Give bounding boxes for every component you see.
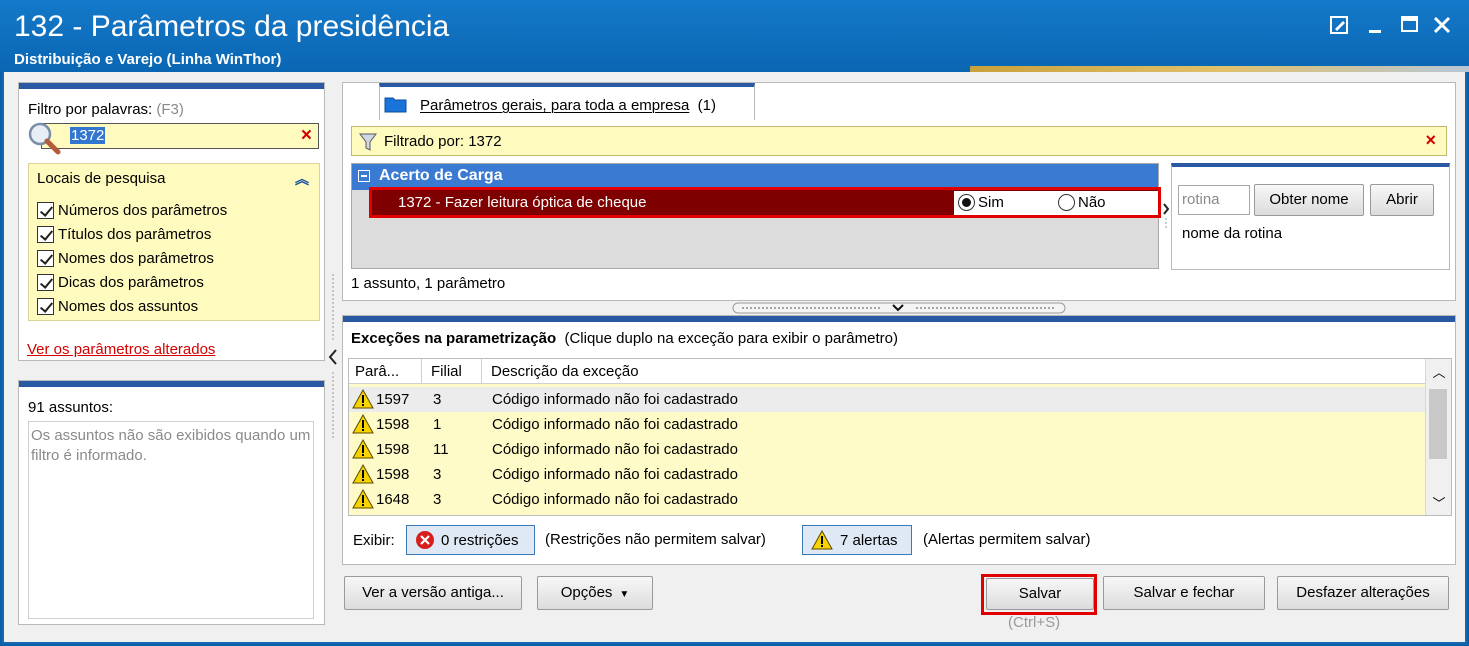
- parameters-panel: Parâmetros gerais, para toda a empresa (…: [342, 82, 1456, 301]
- checkbox-icon[interactable]: [37, 201, 54, 219]
- alerts-button[interactable]: 7 alertas: [802, 525, 912, 555]
- checkbox-param-titles[interactable]: Títulos dos parâmetros: [37, 224, 211, 244]
- save-shortcut-hint: (Ctrl+S): [1008, 614, 1061, 631]
- vertical-scrollbar[interactable]: ︿ ﹀: [1425, 359, 1451, 515]
- magnifier-icon: [28, 122, 61, 155]
- rotina-box: rotina Obter nome Abrir nome da rotina: [1171, 163, 1450, 270]
- group-title: Acerto de Carga: [379, 167, 503, 184]
- alerts-note: (Alertas permitem salvar): [923, 531, 1091, 548]
- maximize-button[interactable]: [1393, 8, 1427, 42]
- undo-changes-button[interactable]: Desfazer alterações: [1277, 576, 1449, 610]
- dropdown-arrow-icon: ▼: [616, 589, 630, 600]
- collapse-left-icon: [328, 349, 337, 365]
- warning-icon: [352, 389, 374, 409]
- expand-right-icon[interactable]: [1161, 201, 1171, 231]
- open-button[interactable]: Abrir: [1370, 184, 1434, 216]
- table-row[interactable]: 1598 1 Código informado não foi cadastra…: [349, 412, 1425, 437]
- filter-label: Filtro por palavras: (F3): [28, 101, 184, 118]
- view-altered-params-link[interactable]: Ver os parâmetros alterados: [27, 341, 215, 358]
- restrictions-note: (Restrições não permitem salvar): [545, 531, 766, 548]
- table-row[interactable]: 1597 3 Código informado não foi cadastra…: [349, 387, 1425, 412]
- restrictions-button[interactable]: 0 restrições: [406, 525, 535, 555]
- subjects-count: 91 assuntos:: [28, 399, 114, 416]
- tab-general-params[interactable]: Parâmetros gerais, para toda a empresa (…: [379, 83, 755, 120]
- warning-icon: [811, 530, 833, 550]
- table-row[interactable]: 1598 11 Código informado não foi cadastr…: [349, 437, 1425, 462]
- checkbox-subject-names[interactable]: Nomes dos assuntos: [37, 296, 198, 316]
- result-count: 1 assunto, 1 parâmetro: [351, 275, 506, 292]
- clear-search-icon[interactable]: ×: [301, 125, 312, 147]
- options-button[interactable]: Opções ▼: [537, 576, 653, 610]
- subjects-note: Os assuntos não são exibidos quando um f…: [28, 421, 314, 619]
- warning-icon: [352, 439, 374, 459]
- collapse-group-icon[interactable]: [358, 170, 370, 182]
- exceptions-hint: (Clique duplo na exceção para exibir o p…: [564, 330, 898, 347]
- filter-info-bar: Filtrado por: 1372 ×: [351, 126, 1447, 156]
- exceptions-panel: Exceções na parametrização (Clique duplo…: [342, 315, 1456, 565]
- main-area: Filtro por palavras: (F3) 1372 × Locais …: [2, 72, 1467, 644]
- maximize-icon: [1401, 16, 1418, 32]
- exceptions-table: Parâ... Filial Descrição da exceção 1597…: [348, 358, 1452, 516]
- annotation-save-frame: [981, 574, 1097, 615]
- close-icon: [1433, 16, 1451, 34]
- horizontal-splitter[interactable]: [732, 302, 1066, 316]
- checkbox-icon[interactable]: [37, 273, 54, 291]
- checkbox-icon[interactable]: [37, 225, 54, 243]
- checkbox-param-names[interactable]: Nomes dos parâmetros: [37, 248, 214, 268]
- pencil-square-icon: [1330, 16, 1348, 34]
- save-and-close-button[interactable]: Salvar e fechar: [1103, 576, 1265, 610]
- checkbox-icon[interactable]: [37, 249, 54, 267]
- table-row[interactable]: 1598 3 Código informado não foi cadastra…: [349, 462, 1425, 487]
- filtered-by-text: Filtrado por: 1372: [384, 133, 502, 150]
- checkbox-param-tips[interactable]: Dicas dos parâmetros: [37, 272, 204, 292]
- col-param[interactable]: Parâ...: [355, 363, 399, 380]
- folder-icon: [384, 97, 407, 113]
- scroll-up-icon[interactable]: ︿: [1426, 362, 1452, 381]
- table-header: Parâ... Filial Descrição da exceção: [349, 359, 1425, 384]
- vertical-splitter[interactable]: [326, 272, 340, 442]
- tab-count: (1): [697, 97, 716, 114]
- minimize-button[interactable]: [1358, 8, 1392, 42]
- search-locations-box: Locais de pesquisa ︽ Números dos parâmet…: [28, 163, 320, 321]
- funnel-icon: [359, 133, 377, 151]
- checkbox-icon[interactable]: [37, 297, 54, 315]
- scroll-thumb[interactable]: [1429, 389, 1447, 459]
- search-value: 1372: [70, 127, 106, 144]
- title-bar: 132 - Parâmetros da presidência Distribu…: [0, 0, 1469, 72]
- rotina-name-label: nome da rotina: [1182, 225, 1283, 242]
- get-name-button[interactable]: Obter nome: [1254, 184, 1364, 216]
- search-locations-title: Locais de pesquisa: [37, 170, 166, 187]
- clear-filter-icon[interactable]: ×: [1425, 130, 1436, 151]
- annotation-highlight-frame: [369, 187, 1161, 218]
- scroll-down-icon[interactable]: ﹀: [1426, 493, 1452, 512]
- minimize-icon: [1369, 30, 1381, 33]
- rotina-input[interactable]: rotina: [1178, 185, 1250, 215]
- filter-panel: Filtro por palavras: (F3) 1372 × Locais …: [18, 82, 325, 361]
- error-icon: [416, 531, 434, 549]
- warning-icon: [352, 464, 374, 484]
- old-version-button[interactable]: Ver a versão antiga...: [344, 576, 522, 610]
- edit-window-button[interactable]: [1323, 8, 1357, 42]
- warning-icon: [352, 414, 374, 434]
- close-button[interactable]: [1425, 8, 1459, 42]
- show-label: Exibir:: [353, 532, 395, 549]
- exceptions-title: Exceções na parametrização: [351, 330, 557, 347]
- tab-label: Parâmetros gerais, para toda a empresa: [420, 97, 690, 114]
- window-title: 132 - Parâmetros da presidência: [14, 10, 450, 43]
- checkbox-param-numbers[interactable]: Números dos parâmetros: [37, 200, 227, 220]
- search-input[interactable]: 1372 ×: [41, 123, 319, 149]
- table-row[interactable]: 1648 3 Código informado não foi cadastra…: [349, 487, 1425, 512]
- col-description[interactable]: Descrição da exceção: [491, 363, 639, 380]
- window-subtitle: Distribuição e Varejo (Linha WinThor): [14, 51, 282, 68]
- col-filial[interactable]: Filial: [431, 363, 462, 380]
- warning-icon: [352, 489, 374, 509]
- subjects-panel: 91 assuntos: Os assuntos não são exibido…: [18, 380, 325, 625]
- collapse-chevron-icon[interactable]: ︽: [295, 169, 309, 189]
